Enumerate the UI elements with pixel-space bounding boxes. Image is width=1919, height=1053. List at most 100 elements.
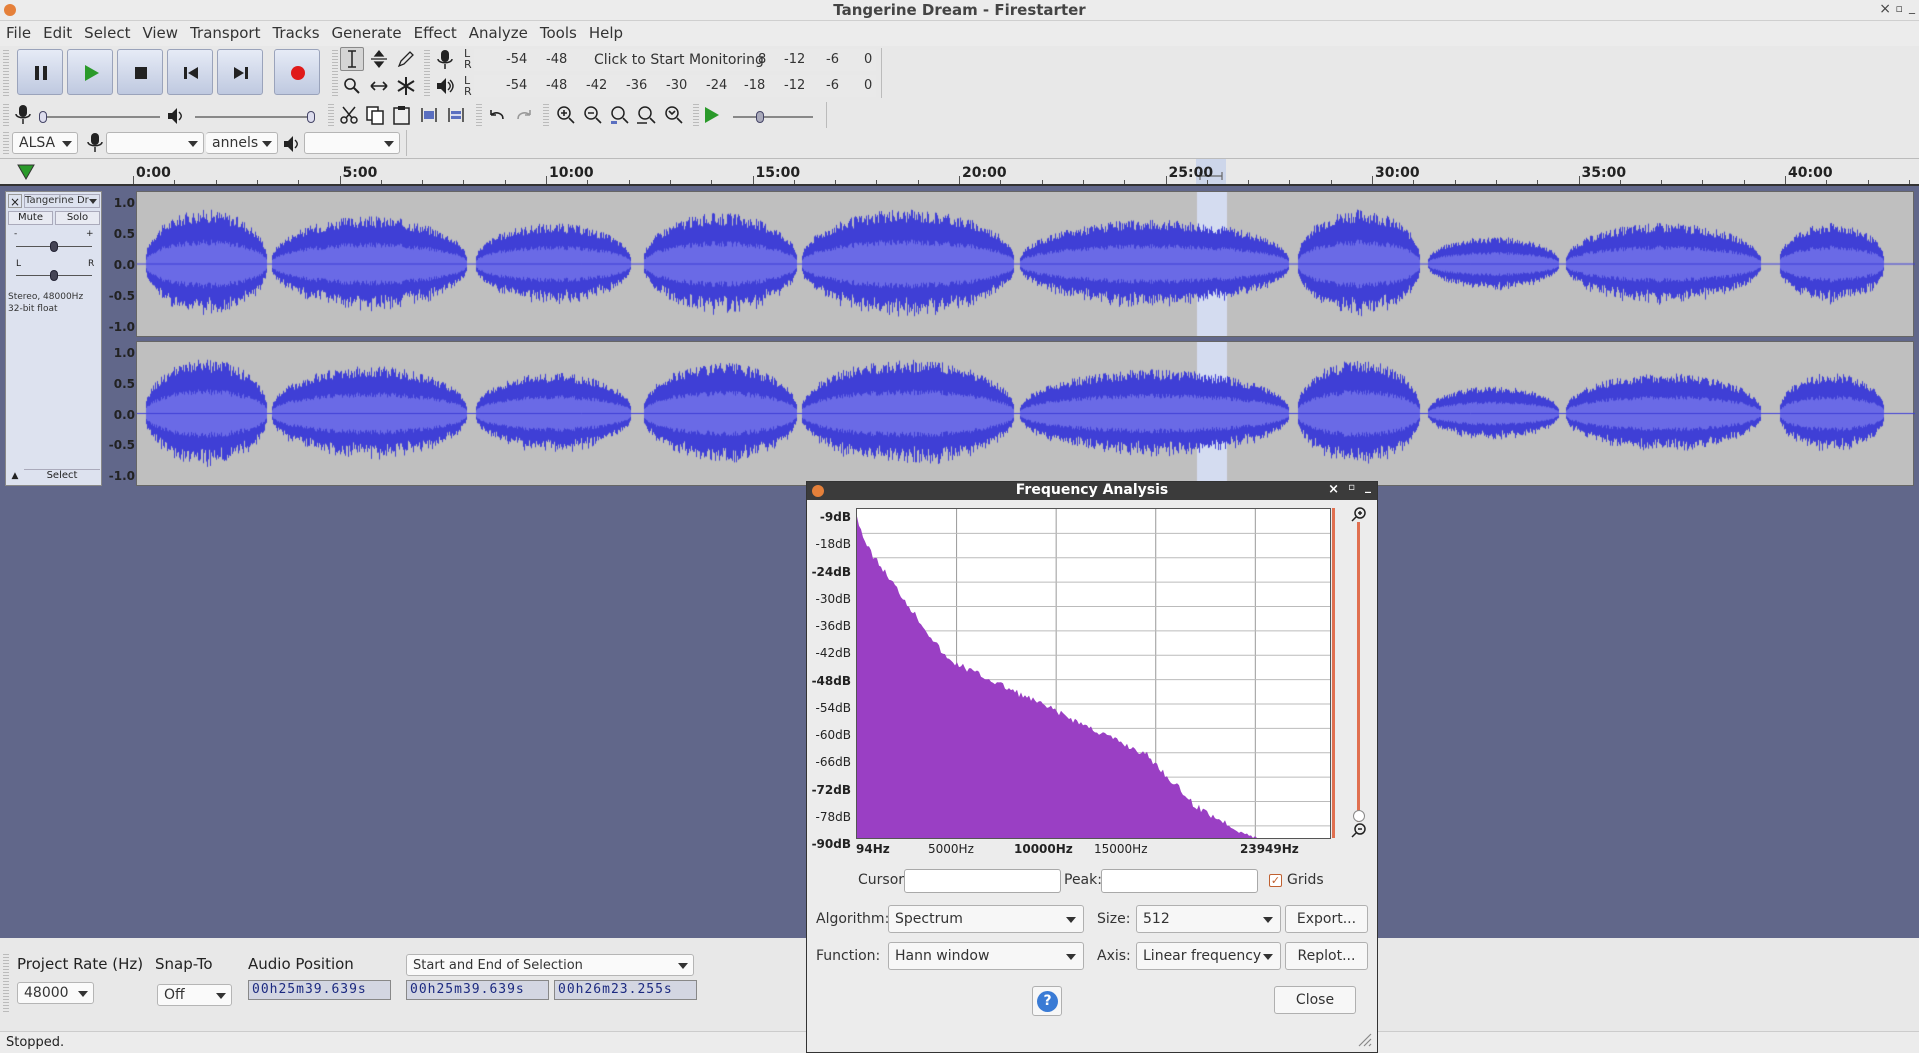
zoom-slider-thumb[interactable] — [1353, 810, 1365, 822]
play-button[interactable] — [67, 49, 113, 95]
audio-host-select[interactable]: ALSA — [12, 132, 78, 154]
trim-icon[interactable] — [418, 104, 440, 126]
close-button[interactable]: Close — [1274, 986, 1356, 1014]
pause-button[interactable] — [17, 49, 63, 95]
selection-tool[interactable] — [340, 47, 364, 71]
amplitude-label: 1.0 — [113, 346, 135, 360]
algorithm-select[interactable]: Spectrum — [888, 905, 1084, 933]
draw-tool[interactable] — [394, 47, 418, 71]
cursor-field[interactable] — [904, 869, 1061, 893]
menu-file[interactable]: File — [0, 21, 37, 42]
track-select-button[interactable]: Select — [24, 469, 100, 483]
mute-button[interactable]: Mute — [8, 211, 53, 225]
input-device-select[interactable] — [106, 132, 204, 154]
silence-icon[interactable] — [445, 104, 467, 126]
track-close-icon[interactable]: × — [8, 194, 22, 209]
copy-icon[interactable] — [364, 104, 386, 126]
solo-button[interactable]: Solo — [55, 211, 100, 225]
toolbar-grip[interactable] — [3, 50, 9, 96]
size-select[interactable]: 512 — [1136, 905, 1281, 933]
multi-tool[interactable] — [394, 74, 418, 98]
selection-start-value[interactable]: 00h25m39.639s — [406, 980, 549, 1000]
dialog-minimize-icon[interactable]: _ — [1365, 479, 1371, 493]
function-select[interactable]: Hann window — [888, 942, 1084, 970]
peak-field[interactable] — [1101, 869, 1258, 893]
redo-icon[interactable] — [513, 104, 535, 126]
menu-effect[interactable]: Effect — [408, 21, 463, 42]
microphone-icon[interactable] — [436, 49, 454, 71]
slider-thumb[interactable] — [50, 241, 58, 252]
zoom-in-icon[interactable] — [555, 104, 577, 126]
input-channels-select[interactable]: annels — [206, 132, 278, 154]
audio-position-value[interactable]: 00h25m39.639s — [248, 980, 391, 1000]
close-icon[interactable]: × — [1879, 1, 1891, 17]
menu-tracks[interactable]: Tracks — [266, 21, 325, 42]
stop-button[interactable] — [117, 49, 163, 95]
record-button[interactable] — [274, 49, 320, 95]
menu-select[interactable]: Select — [78, 21, 136, 42]
zoom-tool[interactable] — [340, 74, 364, 98]
menu-analyze[interactable]: Analyze — [463, 21, 534, 42]
menu-help[interactable]: Help — [583, 21, 629, 42]
pin-play-head-icon[interactable] — [16, 163, 36, 181]
output-device-select[interactable] — [304, 132, 400, 154]
zoom-out-icon[interactable] — [1351, 822, 1367, 838]
timeline-ruler[interactable]: 0:00 5:00 10:00 15:00 20:00 25:00 30:00 35:00 40… — [0, 159, 1919, 186]
speaker-icon[interactable] — [435, 76, 455, 96]
spectrum-plot[interactable] — [856, 508, 1331, 839]
menu-transport[interactable]: Transport — [184, 21, 266, 42]
slider-thumb[interactable] — [307, 111, 315, 123]
selection-mode-select[interactable]: Start and End of Selection — [406, 954, 694, 976]
zoom-in-icon[interactable] — [1351, 506, 1367, 522]
replot-button[interactable]: Replot... — [1285, 942, 1368, 970]
recording-meter[interactable]: -54 -48 Click to Start Monitoring 8 -12 … — [474, 49, 876, 71]
track-name-menu[interactable]: Tangerine Dr — [24, 194, 100, 208]
fit-selection-icon[interactable] — [609, 104, 631, 126]
zoom-out-icon[interactable] — [582, 104, 604, 126]
zoom-slider[interactable] — [1357, 522, 1360, 822]
play-at-speed-icon[interactable] — [702, 105, 722, 125]
y-axis-label: -48dB — [811, 673, 851, 688]
ruler-minor-tick — [1785, 180, 1786, 184]
resize-grip-icon[interactable] — [1355, 1030, 1373, 1048]
meter-tick: -48 — [546, 52, 568, 67]
slider-thumb[interactable] — [756, 111, 764, 123]
undo-icon[interactable] — [486, 104, 508, 126]
play-speed-slider[interactable] — [733, 116, 813, 118]
ruler-minor-tick — [752, 180, 754, 184]
selection-end-value[interactable]: 00h26m23.255s — [554, 980, 697, 1000]
minimize-icon[interactable]: _ — [1909, 0, 1915, 14]
skip-end-button[interactable] — [217, 49, 263, 95]
dialog-close-icon[interactable]: × — [1328, 482, 1339, 497]
help-button[interactable]: ? — [1032, 986, 1062, 1016]
fit-project-icon[interactable] — [636, 104, 658, 126]
maximize-icon[interactable]: ▫ — [1896, 2, 1903, 15]
menu-view[interactable]: View — [136, 21, 184, 42]
meter-tick: -18 — [744, 78, 766, 93]
grids-checkbox[interactable]: ✓ — [1269, 874, 1282, 887]
time-shift-tool[interactable] — [367, 74, 391, 98]
snap-to-select[interactable]: Off — [157, 984, 232, 1006]
waveform-channel-right[interactable] — [136, 341, 1915, 486]
collapse-icon[interactable]: ▲ — [8, 469, 22, 483]
playback-volume-slider[interactable] — [195, 116, 315, 118]
project-rate-select[interactable]: 48000 — [17, 982, 94, 1004]
dialog-maximize-icon[interactable]: ▫ — [1348, 482, 1355, 493]
zoom-toggle-icon[interactable] — [663, 104, 685, 126]
menu-edit[interactable]: Edit — [37, 21, 78, 42]
dialog-title-bar[interactable]: Frequency Analysis × ▫ _ — [807, 479, 1377, 500]
slider-thumb[interactable] — [50, 270, 58, 281]
record-volume-slider[interactable] — [40, 116, 160, 118]
menu-generate[interactable]: Generate — [326, 21, 408, 42]
cut-icon[interactable] — [338, 104, 360, 126]
paste-icon[interactable] — [391, 104, 413, 126]
spectrum-area — [857, 516, 1260, 838]
slider-thumb[interactable] — [39, 111, 47, 123]
skip-start-button[interactable] — [167, 49, 213, 95]
envelope-tool[interactable] — [367, 47, 391, 71]
waveform-channel-left[interactable] — [136, 191, 1915, 337]
axis-select[interactable]: Linear frequency — [1136, 942, 1281, 970]
export-button[interactable]: Export... — [1285, 905, 1368, 933]
menu-tools[interactable]: Tools — [534, 21, 583, 42]
playback-meter[interactable]: -54 -48 -42 -36 -30 -24 -18 -12 -6 0 — [474, 75, 876, 97]
